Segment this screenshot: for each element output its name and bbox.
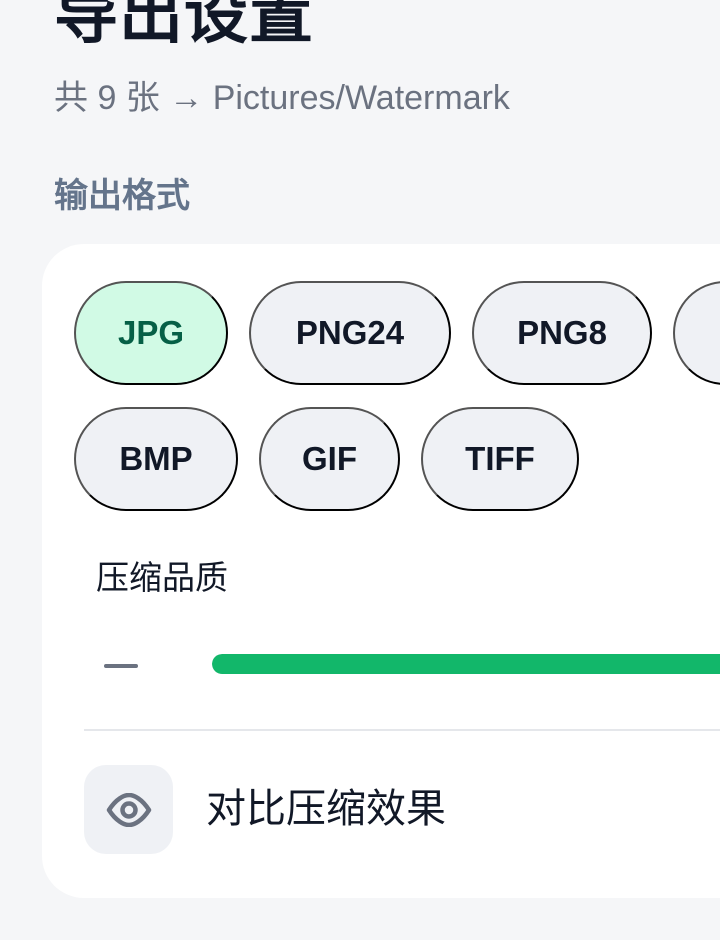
- format-chip-w[interactable]: W: [673, 281, 720, 385]
- format-chip-tiff[interactable]: TIFF: [421, 407, 579, 511]
- format-chip-jpg[interactable]: JPG: [74, 281, 228, 385]
- minus-icon[interactable]: [104, 664, 138, 668]
- compare-compression-label: 对比压缩效果: [206, 787, 446, 831]
- format-chip-png24[interactable]: PNG24: [249, 281, 451, 385]
- compression-quality-slider-fill: [212, 654, 720, 674]
- export-settings-card: JPG PNG24 PNG8 W BMP GIF TIFF 压缩品质 对比压缩效…: [42, 244, 720, 898]
- section-divider: [84, 729, 720, 731]
- page-title: 导出设置: [54, 0, 314, 51]
- output-format-label: 输出格式: [54, 177, 190, 215]
- compression-quality-label: 压缩品质: [96, 559, 228, 596]
- eye-icon: [84, 765, 173, 854]
- format-chip-png8[interactable]: PNG8: [472, 281, 652, 385]
- page-subtitle: 共 9 张 → Pictures/Watermark: [54, 79, 510, 117]
- format-chip-gif[interactable]: GIF: [259, 407, 400, 511]
- compression-quality-slider[interactable]: [212, 654, 720, 674]
- compare-compression-button[interactable]: 对比压缩效果: [84, 765, 720, 855]
- format-chip-bmp[interactable]: BMP: [74, 407, 238, 511]
